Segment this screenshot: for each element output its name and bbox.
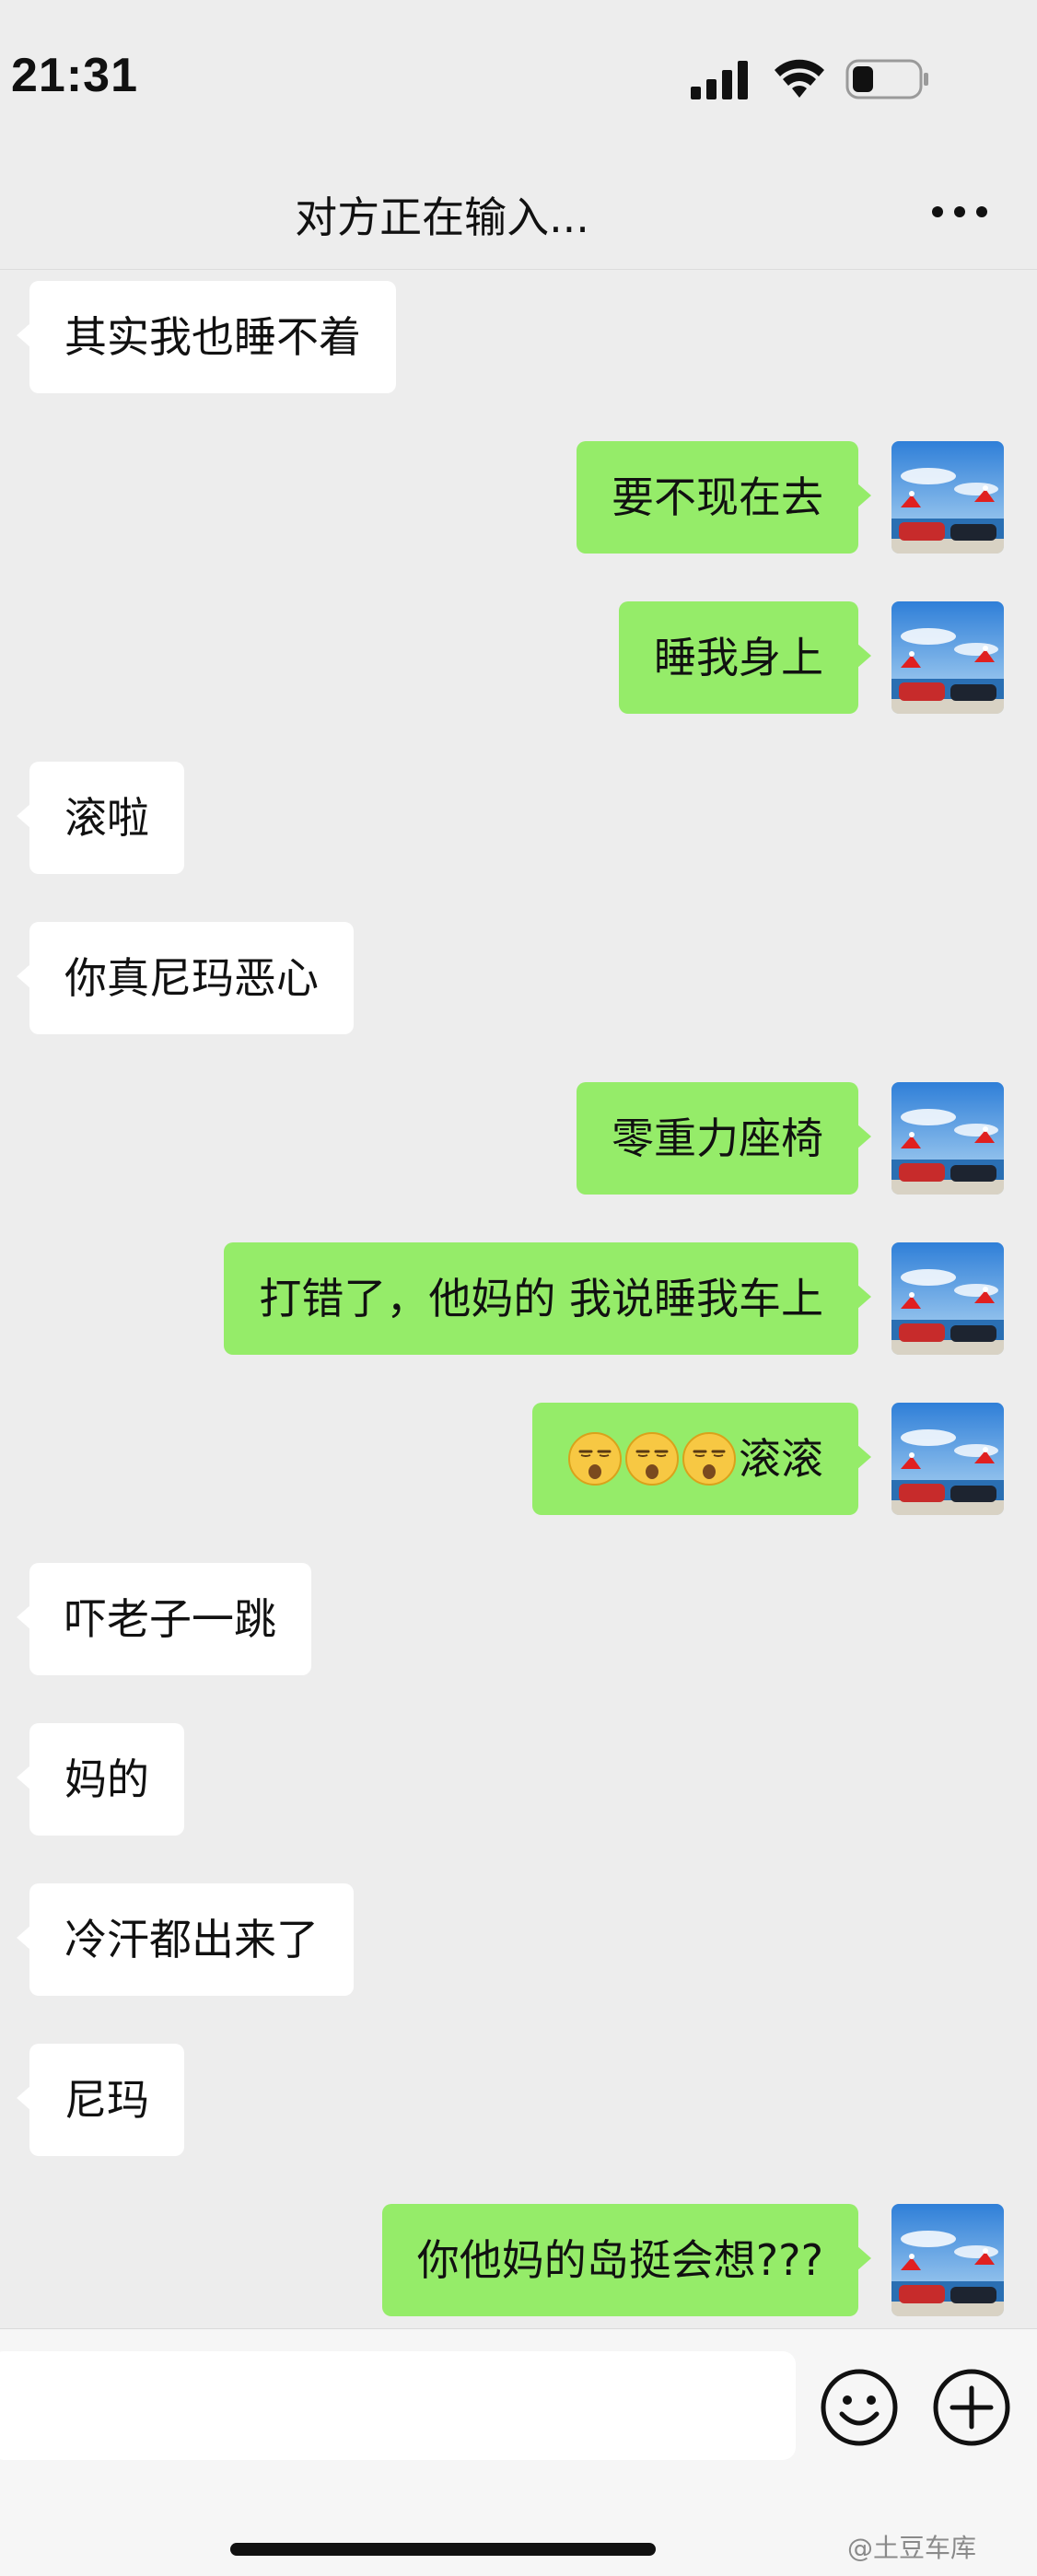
message-received: 其实我也睡不着	[0, 281, 1037, 393]
unamused-emoji	[568, 1431, 622, 1486]
message-bubble[interactable]: 你真尼玛恶心	[17, 922, 354, 1034]
message-sent: 滚滚	[0, 1403, 1037, 1515]
message-sent: 睡我身上	[0, 601, 1037, 714]
user-avatar[interactable]	[891, 441, 1004, 554]
message-sent: 零重力座椅	[0, 1082, 1037, 1195]
message-received: 滚啦	[0, 762, 1037, 874]
message-bubble[interactable]: 尼玛	[17, 2044, 184, 2156]
message-text: 滚啦	[64, 793, 149, 843]
smiley-face-icon[interactable]	[820, 2368, 899, 2447]
message-bubble[interactable]: 冷汗都出来了	[17, 1883, 354, 1996]
message-bubble[interactable]: 零重力座椅	[577, 1082, 871, 1195]
user-avatar[interactable]	[891, 2204, 1004, 2316]
message-text: 零重力座椅	[612, 1113, 823, 1163]
plus-circle-icon[interactable]	[932, 2368, 1011, 2447]
user-avatar[interactable]	[891, 1403, 1004, 1515]
chat-header: 对方正在输入...	[0, 157, 1037, 270]
message-text: 你他妈的岛挺会想???	[416, 2235, 823, 2285]
unamused-emoji	[625, 1431, 679, 1486]
message-text: 睡我身上	[654, 633, 823, 682]
message-text: 妈的	[64, 1754, 149, 1804]
chat-title: 对方正在输入...	[295, 192, 589, 242]
message-text: 打错了，他妈的 我说睡我车上	[259, 1274, 823, 1323]
message-text: 吓老子一跳	[64, 1594, 276, 1644]
message-text: 你真尼玛恶心	[64, 953, 319, 1003]
message-received: 尼玛	[0, 2044, 1037, 2156]
message-received: 妈的	[0, 1723, 1037, 1836]
message-bubble[interactable]: 其实我也睡不着	[17, 281, 396, 393]
message-sent: 打错了，他妈的 我说睡我车上	[0, 1242, 1037, 1355]
message-text: 冷汗都出来了	[64, 1915, 319, 1964]
unamused-emoji	[682, 1431, 736, 1486]
message-bubble[interactable]: 滚啦	[17, 762, 184, 874]
message-bubble[interactable]: 睡我身上	[619, 601, 871, 714]
message-text: 尼玛	[64, 2075, 149, 2125]
wifi-icon	[775, 59, 824, 98]
watermark: @土豆车库	[847, 2533, 977, 2563]
message-text: 其实我也睡不着	[64, 312, 361, 362]
message-bubble[interactable]: 你他妈的岛挺会想???	[381, 2204, 872, 2316]
message-input[interactable]	[0, 2351, 796, 2460]
status-bar: 21:31	[0, 0, 1037, 157]
battery-icon	[845, 59, 928, 99]
user-avatar[interactable]	[891, 601, 1004, 714]
message-bubble[interactable]: 妈的	[17, 1723, 184, 1836]
cellular-signal-icon	[691, 61, 748, 99]
message-text: 滚滚	[739, 1434, 823, 1484]
message-bubble[interactable]: 要不现在去	[577, 441, 871, 554]
message-bubble[interactable]: 滚滚	[532, 1403, 871, 1515]
home-indicator[interactable]	[230, 2543, 656, 2556]
message-sent: 你他妈的岛挺会想???	[0, 2204, 1037, 2316]
message-sent: 要不现在去	[0, 441, 1037, 554]
status-time: 21:31	[11, 49, 138, 102]
message-bubble[interactable]: 吓老子一跳	[17, 1563, 311, 1675]
user-avatar[interactable]	[891, 1242, 1004, 1355]
message-text: 要不现在去	[612, 472, 823, 522]
more-dots-icon[interactable]	[930, 198, 989, 226]
message-received: 吓老子一跳	[0, 1563, 1037, 1675]
user-avatar[interactable]	[891, 1082, 1004, 1195]
message-received: 你真尼玛恶心	[0, 922, 1037, 1034]
message-bubble[interactable]: 打错了，他妈的 我说睡我车上	[224, 1242, 871, 1355]
message-received: 冷汗都出来了	[0, 1883, 1037, 1996]
